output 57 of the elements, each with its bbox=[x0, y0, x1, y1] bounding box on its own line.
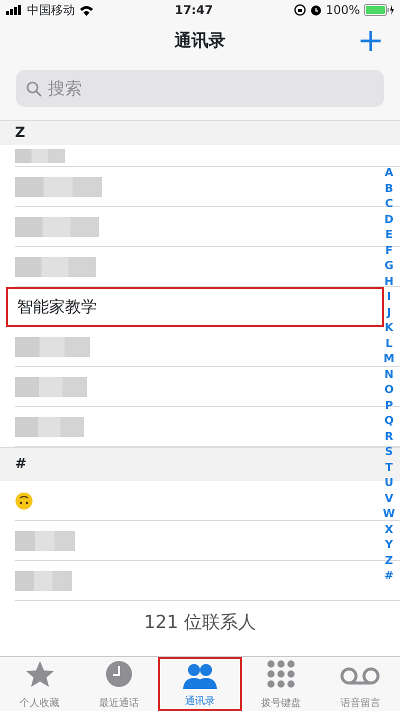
index-letter[interactable]: Z bbox=[381, 552, 397, 568]
index-letter[interactable]: # bbox=[381, 568, 397, 584]
contacts-icon bbox=[183, 662, 217, 690]
index-letter[interactable]: H bbox=[381, 274, 397, 289]
index-letter[interactable]: L bbox=[381, 336, 397, 351]
clock-icon bbox=[104, 660, 133, 688]
index-letter[interactable]: K bbox=[381, 320, 397, 336]
tab-button[interactable]: 最近通话 bbox=[79, 657, 158, 711]
blurred-name bbox=[15, 570, 72, 590]
blurred-name bbox=[15, 376, 87, 396]
tab-button[interactable]: 个人收藏 bbox=[0, 657, 80, 711]
add-button[interactable]: + bbox=[353, 22, 388, 58]
index-letter[interactable]: O bbox=[381, 382, 397, 398]
index-letter[interactable]: M bbox=[381, 351, 397, 366]
battery-charging-icon bbox=[364, 4, 394, 16]
alarm-icon bbox=[310, 4, 322, 16]
tab-button[interactable]: 通讯录 bbox=[158, 657, 242, 711]
index-letter[interactable]: W bbox=[381, 506, 397, 522]
index-letter[interactable]: B bbox=[381, 180, 397, 196]
index-letter[interactable]: C bbox=[381, 196, 397, 212]
blurred-name bbox=[15, 530, 75, 550]
tab-button[interactable]: 语音留言 bbox=[320, 657, 400, 711]
clock-time: 17:47 bbox=[174, 2, 214, 19]
tab-button[interactable]: 拨号键盘 bbox=[242, 657, 321, 711]
index-letter[interactable]: E bbox=[381, 227, 397, 242]
keypad-icon bbox=[267, 660, 296, 688]
highlighted-contact-row[interactable]: 智能家教学 bbox=[6, 287, 384, 327]
wifi-icon bbox=[79, 4, 94, 16]
signal-icon bbox=[6, 5, 23, 15]
index-letter[interactable]: S bbox=[381, 444, 397, 460]
page-title: 通讯录 bbox=[174, 30, 226, 54]
index-letter[interactable]: F bbox=[381, 242, 397, 258]
star-icon bbox=[24, 660, 55, 688]
index-letter[interactable]: J bbox=[381, 304, 397, 320]
upside-down-smiley-icon bbox=[15, 492, 33, 510]
index-letter[interactable]: D bbox=[381, 212, 397, 227]
index-letter[interactable]: V bbox=[381, 490, 397, 506]
search-field[interactable]: 搜索 bbox=[16, 70, 384, 107]
blurred-name bbox=[15, 416, 84, 436]
section-letter: Z bbox=[15, 124, 26, 142]
index-letter[interactable]: N bbox=[381, 366, 397, 382]
index-letter[interactable]: A bbox=[381, 165, 397, 180]
index-letter[interactable]: Q bbox=[381, 413, 397, 428]
rotation-lock-icon bbox=[294, 4, 306, 16]
contact-count: 121 位联系人 bbox=[144, 610, 256, 634]
index-letter[interactable]: T bbox=[381, 460, 397, 475]
index-letter[interactable]: P bbox=[381, 398, 397, 413]
battery-percent: 100% bbox=[326, 2, 360, 19]
index-letter[interactable]: G bbox=[381, 258, 397, 274]
index-letter[interactable]: I bbox=[381, 289, 397, 304]
index-letter[interactable]: Y bbox=[381, 537, 397, 552]
index-letter[interactable]: X bbox=[381, 522, 397, 537]
blurred-name bbox=[15, 148, 65, 162]
section-letter: # bbox=[15, 455, 27, 474]
index-letter[interactable]: R bbox=[381, 428, 397, 444]
index-letter[interactable]: U bbox=[381, 475, 397, 490]
carrier-name: 中国移动 bbox=[27, 2, 75, 19]
